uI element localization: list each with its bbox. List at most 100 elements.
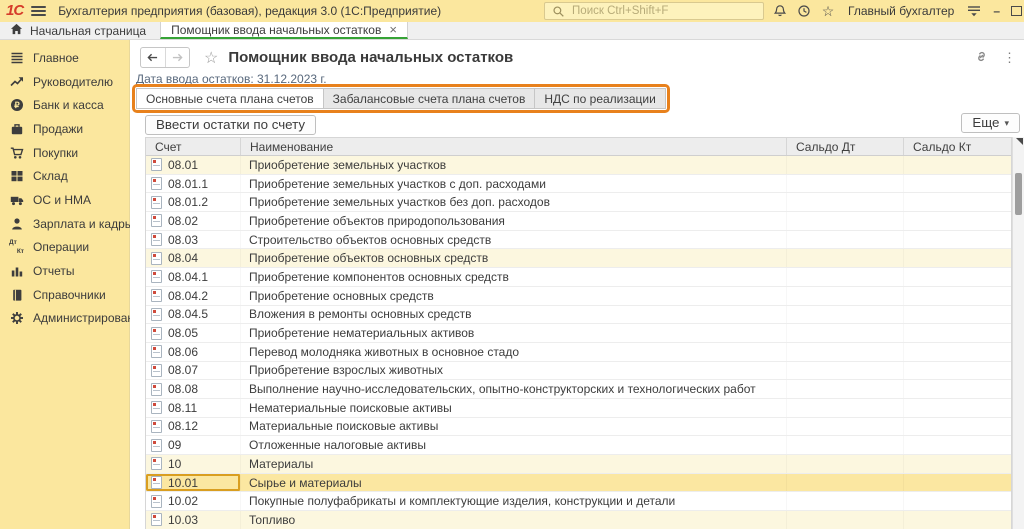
home-page-tab[interactable]: Начальная страница: [0, 22, 160, 39]
app-title: Бухгалтерия предприятия (базовая), редак…: [58, 4, 441, 18]
chevron-down-icon: ▾: [1004, 114, 1009, 132]
main-menu-icon[interactable]: [31, 6, 46, 16]
tab-2[interactable]: Забалансовые счета плана счетов: [323, 88, 536, 109]
person-icon: [9, 217, 24, 231]
search-icon: [550, 3, 566, 19]
app-window: 1С Бухгалтерия предприятия (базовая), ре…: [0, 0, 1024, 529]
page-title: Помощник ввода начальных остатков: [228, 49, 513, 66]
bell-icon[interactable]: [772, 3, 788, 19]
table-row[interactable]: 08.04.5 Вложения в ремонты основных сред…: [146, 306, 1011, 325]
table-row[interactable]: 10.02 Покупные полуфабрикаты и комплекту…: [146, 492, 1011, 511]
global-search[interactable]: [544, 2, 764, 20]
table-row[interactable]: 08.01.1 Приобретение земельных участков …: [146, 175, 1011, 194]
1c-logo: 1С: [6, 1, 23, 21]
trend-icon: [9, 75, 24, 89]
search-input[interactable]: [570, 4, 758, 18]
more-menu-dots-icon[interactable]: ⋮: [1003, 50, 1016, 66]
saldo-dt-cell: [787, 249, 904, 267]
sidebar-item-2[interactable]: Руководителю: [0, 70, 129, 94]
table-row[interactable]: 08.02 Приобретение объектов природопольз…: [146, 212, 1011, 231]
history-icon[interactable]: [796, 3, 812, 19]
more-button[interactable]: Еще ▾: [961, 113, 1020, 133]
account-icon: [151, 345, 162, 358]
scroll-corner-icon: [1016, 138, 1023, 145]
saldo-dt-cell: [787, 492, 904, 510]
saldo-dt-cell: [787, 418, 904, 436]
forward-button[interactable]: [165, 48, 190, 67]
account-icon: [151, 177, 162, 190]
vertical-scrollbar[interactable]: [1012, 137, 1024, 529]
service-menu-icon[interactable]: [966, 3, 982, 19]
sidebar-item-3[interactable]: ₽ Банк и касса: [0, 93, 129, 117]
column-header-3[interactable]: Сальдо Дт: [787, 138, 904, 155]
close-tab-icon[interactable]: ×: [389, 24, 397, 36]
annotation-highlight-box: Основные счета плана счетов Забалансовые…: [132, 84, 670, 113]
saldo-dt-cell: [787, 436, 904, 454]
saldo-dt-cell: [787, 380, 904, 398]
warehouse-icon: [9, 169, 24, 183]
active-page-tab[interactable]: Помощник ввода начальных остатков ×: [160, 22, 408, 39]
table-row[interactable]: 10.01 Сырье и материалы: [146, 474, 1011, 493]
saldo-dt-cell: [787, 474, 904, 492]
svg-text:₽: ₽: [14, 100, 20, 110]
sidebar-item-8[interactable]: Зарплата и кадры: [0, 212, 129, 236]
column-header-1[interactable]: Счет: [146, 138, 241, 155]
table-row[interactable]: 08.08 Выполнение научно-исследовательски…: [146, 380, 1011, 399]
get-link-icon[interactable]: [974, 49, 989, 67]
account-icon: [151, 513, 162, 526]
saldo-kt-cell: [904, 399, 1011, 417]
favorites-star-icon[interactable]: ☆: [820, 3, 836, 19]
column-header-2[interactable]: Наименование: [241, 138, 787, 155]
saldo-dt-cell: [787, 268, 904, 286]
sidebar-item-10[interactable]: Отчеты: [0, 259, 129, 283]
saldo-kt-cell: [904, 175, 1011, 193]
back-button[interactable]: [141, 48, 165, 67]
sidebar-item-11[interactable]: Справочники: [0, 283, 129, 307]
restore-icon[interactable]: [1011, 6, 1022, 16]
saldo-dt-cell: [787, 231, 904, 249]
account-icon: [151, 233, 162, 246]
table-row[interactable]: 08.01.2 Приобретение земельных участков …: [146, 193, 1011, 212]
table-row[interactable]: 09 Отложенные налоговые активы: [146, 436, 1011, 455]
briefcase-icon: [9, 122, 24, 136]
sidebar-item-6[interactable]: Склад: [0, 164, 129, 188]
saldo-kt-cell: [904, 418, 1011, 436]
saldo-dt-cell: [787, 362, 904, 380]
favorite-star-icon[interactable]: ☆: [204, 48, 218, 68]
table-row[interactable]: 08.05 Приобретение нематериальных активо…: [146, 324, 1011, 343]
enter-balances-button[interactable]: Ввести остатки по счету: [145, 115, 316, 135]
user-label[interactable]: Главный бухгалтер: [848, 4, 954, 18]
sidebar-item-5[interactable]: Покупки: [0, 141, 129, 165]
minimize-icon[interactable]: –: [990, 4, 1003, 18]
sidebar-item-12[interactable]: Администрирование: [0, 307, 129, 331]
table-row[interactable]: 08.12 Материальные поисковые активы: [146, 418, 1011, 437]
topbar: 1С Бухгалтерия предприятия (базовая), ре…: [0, 0, 1024, 22]
table-row[interactable]: 08.04 Приобретение объектов основных сре…: [146, 249, 1011, 268]
sidebar-item-1[interactable]: Главное: [0, 46, 129, 70]
table-row[interactable]: 10 Материалы: [146, 455, 1011, 474]
table-row[interactable]: 08.06 Перевод молодняка животных в основ…: [146, 343, 1011, 362]
table-row[interactable]: 08.11 Нематериальные поисковые активы: [146, 399, 1011, 418]
table-row[interactable]: 10.03 Топливо: [146, 511, 1011, 529]
table-row[interactable]: 08.03 Строительство объектов основных ср…: [146, 231, 1011, 250]
cart-icon: [9, 146, 24, 160]
sidebar-item-7[interactable]: ОС и НМА: [0, 188, 129, 212]
table-row[interactable]: 08.01 Приобретение земельных участков: [146, 156, 1011, 175]
table-body: 08.01 Приобретение земельных участков 08…: [146, 156, 1011, 529]
scrollbar-thumb[interactable]: [1015, 173, 1022, 215]
table-row[interactable]: 08.07 Приобретение взрослых животных: [146, 362, 1011, 381]
saldo-kt-cell: [904, 436, 1011, 454]
table-row[interactable]: 08.04.1 Приобретение компонентов основны…: [146, 268, 1011, 287]
account-icon: [151, 383, 162, 396]
saldo-kt-cell: [904, 492, 1011, 510]
sidebar-item-4[interactable]: Продажи: [0, 117, 129, 141]
tab-1[interactable]: Основные счета плана счетов: [136, 88, 324, 109]
column-header-4[interactable]: Сальдо Кт: [904, 138, 1011, 155]
sidebar-item-9[interactable]: ДтКт Операции: [0, 236, 129, 260]
saldo-kt-cell: [904, 455, 1011, 473]
main-content: ☆ Помощник ввода начальных остатков ⋮ Да…: [130, 40, 1024, 529]
account-icon: [151, 196, 162, 209]
account-icon: [151, 289, 162, 302]
table-row[interactable]: 08.04.2 Приобретение основных средств: [146, 287, 1011, 306]
tab-3[interactable]: НДС по реализации: [534, 88, 665, 109]
